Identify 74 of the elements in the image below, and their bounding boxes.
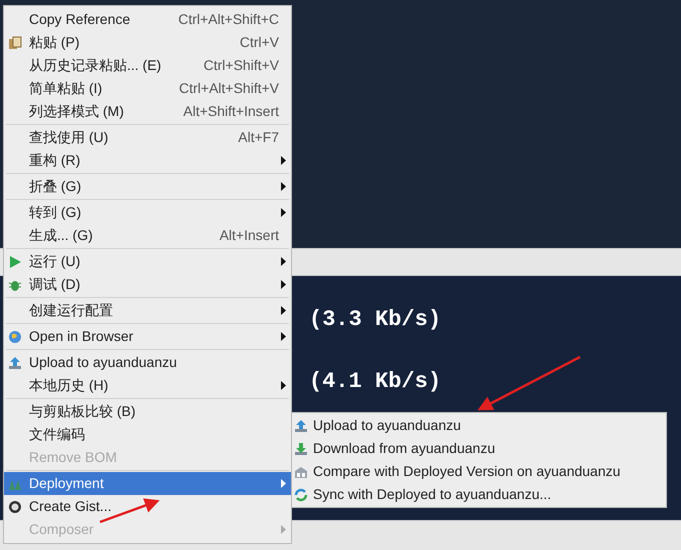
submenu-arrow-icon [281, 156, 286, 165]
menu-item[interactable]: Download from ayuanduanzu [292, 437, 666, 460]
menu-item[interactable]: 生成... (G) Alt+Insert [4, 224, 291, 247]
terminal-line: (3.3 Kb/s) [309, 308, 442, 332]
menu-item-label: 查找使用 (U) [29, 128, 108, 147]
menu-item[interactable]: Sync with Deployed to ayuanduanzu... [292, 483, 666, 506]
menu-item[interactable]: 运行 (U) [4, 250, 291, 273]
menu-item[interactable]: 文件编码 [4, 423, 291, 446]
submenu-arrow-icon [281, 257, 286, 266]
menu-item[interactable]: Copy Reference Ctrl+Alt+Shift+C [4, 8, 291, 31]
menu-item-label: 与剪贴板比较 (B) [29, 402, 136, 421]
upload-icon [294, 418, 308, 432]
menu-item-label: 调试 (D) [29, 275, 80, 294]
menu-item[interactable]: 粘贴 (P) Ctrl+V [4, 31, 291, 54]
submenu-arrow-icon [281, 525, 286, 534]
shortcut-label: Alt+Insert [219, 226, 280, 245]
menu-item[interactable]: 重构 (R) [4, 149, 291, 172]
shortcut-label: Alt+F7 [238, 128, 280, 147]
globe-icon [8, 330, 22, 344]
play-icon [8, 254, 22, 268]
submenu-arrow-icon [281, 479, 286, 488]
menu-item-label: Copy Reference [29, 10, 130, 29]
menu-item-label: Open in Browser [29, 327, 134, 346]
clipboard-icon [8, 36, 22, 50]
octocat-icon [8, 500, 22, 514]
shortcut-label: Ctrl+V [240, 33, 280, 52]
menu-item[interactable]: Open in Browser [4, 325, 291, 348]
menu-item-label: 从历史记录粘贴... (E) [29, 56, 162, 75]
menu-item-label: Remove BOM [29, 448, 117, 467]
menu-item-label: 创建运行配置 [29, 301, 113, 320]
menu-item[interactable]: Upload to ayuanduanzu [292, 414, 666, 437]
menu-item[interactable]: 折叠 (G) [4, 175, 291, 198]
submenu-arrow-icon [281, 208, 286, 217]
menu-item-label: Deployment [29, 474, 104, 493]
menu-item[interactable]: 转到 (G) [4, 201, 291, 224]
shortcut-label: Ctrl+Alt+Shift+C [178, 10, 280, 29]
submenu-arrow-icon [281, 381, 286, 390]
download-icon [294, 442, 308, 456]
sync-icon [294, 488, 308, 502]
menu-item-label: 运行 (U) [29, 252, 80, 271]
menu-item-label: 简单粘贴 (I) [29, 79, 102, 98]
submenu-arrow-icon [281, 182, 286, 191]
menu-item-label: 本地历史 (H) [29, 376, 108, 395]
submenu-arrow-icon [281, 306, 286, 315]
menu-item[interactable]: 简单粘贴 (I) Ctrl+Alt+Shift+V [4, 77, 291, 100]
upload-icon [8, 356, 22, 370]
menu-item-label: 生成... (G) [29, 226, 93, 245]
menu-item[interactable]: 调试 (D) [4, 273, 291, 296]
shortcut-label: Alt+Shift+Insert [183, 102, 280, 121]
terminal-line: (4.1 Kb/s) [309, 370, 442, 394]
compare-icon [294, 464, 308, 478]
menu-item[interactable]: Compare with Deployed Version on ayuanduanzu [292, 460, 666, 483]
menu-item-label: Composer [29, 520, 94, 539]
menu-item-label: Upload to ayuanduanzu [29, 353, 177, 372]
menu-item-label: 文件编码 [29, 425, 85, 444]
menu-item-label: Create Gist... [29, 497, 112, 516]
menu-item[interactable]: 与剪贴板比较 (B) [4, 400, 291, 423]
menu-item[interactable]: 本地历史 (H) [4, 374, 291, 397]
menu-item-label: 重构 (R) [29, 151, 80, 170]
menu-item[interactable]: 从历史记录粘贴... (E) Ctrl+Shift+V [4, 54, 291, 77]
menu-item[interactable]: 列选择模式 (M) Alt+Shift+Insert [4, 100, 291, 123]
submenu-arrow-icon [281, 280, 286, 289]
menu-item[interactable]: Upload to ayuanduanzu [4, 351, 291, 374]
menu-item[interactable]: Create Gist... [4, 495, 291, 518]
submenu-arrow-icon [281, 332, 286, 341]
menu-item-label: 折叠 (G) [29, 177, 82, 196]
menu-item-label: 列选择模式 (M) [29, 102, 124, 121]
menu-item-label: 转到 (G) [29, 203, 82, 222]
menu-item[interactable]: Deployment [4, 472, 291, 495]
shortcut-label: Ctrl+Alt+Shift+V [179, 79, 280, 98]
menu-item[interactable]: 创建运行配置 [4, 299, 291, 322]
menu-item-label: 粘贴 (P) [29, 33, 80, 52]
shortcut-label: Ctrl+Shift+V [204, 56, 280, 75]
menu-item[interactable]: 查找使用 (U) Alt+F7 [4, 126, 291, 149]
